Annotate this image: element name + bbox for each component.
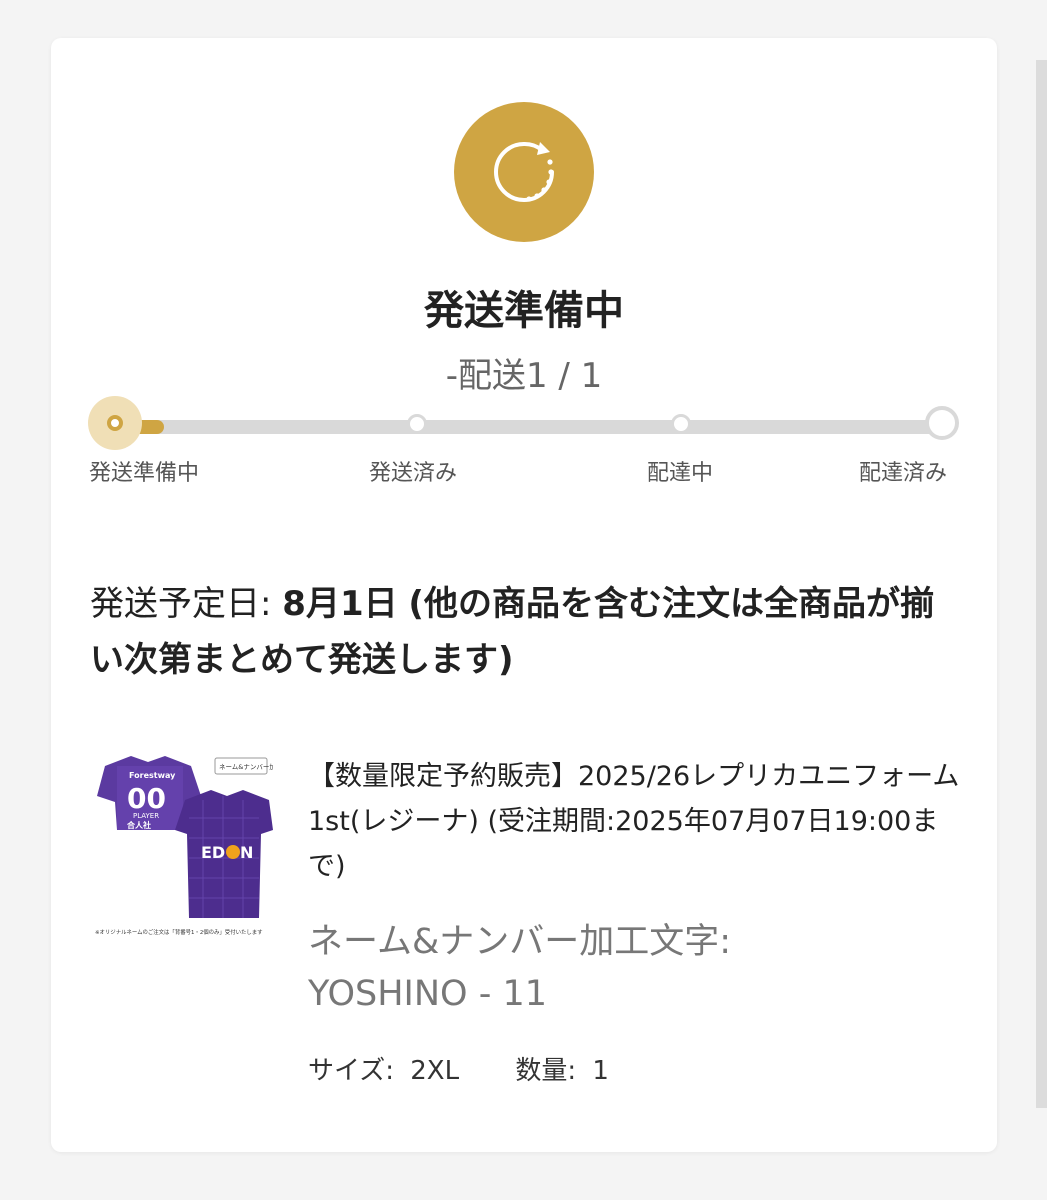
quantity-label: 数量:: [515, 1056, 577, 1086]
svg-text:00: 00: [127, 782, 166, 815]
step-2-dot: [407, 414, 427, 434]
step-label-shipped: 発送済み: [369, 461, 458, 486]
quantity-value: 1: [592, 1056, 609, 1086]
progress-track: [95, 420, 953, 434]
scrollbar[interactable]: [1036, 60, 1047, 1108]
order-status-card: 発送準備中 -配送1 / 1 発送準備中 発送済み 配達中 配達済み 発送予定日…: [51, 38, 997, 1152]
shipping-date: 発送予定日: 8月1日 (他の商品を含む注文は全商品が揃い次第まとめて発送します…: [90, 576, 960, 688]
customization-value: YOSHINO - 11: [308, 974, 548, 1014]
svg-text:Forestway: Forestway: [129, 771, 176, 780]
refresh-loading-icon: [494, 142, 554, 202]
step-label-delivered: 配達済み: [859, 461, 948, 486]
uniform-jersey-image: Forestway 00 PLAYER 合人社 ED N ネーム&ナンバー加工: [95, 756, 283, 936]
size-value: 2XL: [410, 1056, 460, 1086]
step-label-preparing: 発送準備中: [89, 461, 200, 486]
status-title: 発送準備中: [424, 288, 624, 334]
svg-text:PLAYER: PLAYER: [133, 812, 159, 820]
product-image[interactable]: Forestway 00 PLAYER 合人社 ED N ネーム&ナンバー加工: [93, 738, 283, 938]
customization-label: ネーム&ナンバー加工文字:: [308, 922, 732, 962]
shipping-date-value: 8月1日: [282, 584, 398, 624]
customization-text: ネーム&ナンバー加工文字: YOSHINO - 11: [308, 916, 968, 1020]
image-caption: ※オリジナルネームのご注文は「背番号1・2個のみ」受付いたします: [95, 928, 263, 936]
step-4-dot: [925, 406, 959, 440]
svg-text:N: N: [240, 843, 253, 862]
step-label-in-transit: 配達中: [647, 461, 714, 486]
svg-text:合人社: 合人社: [126, 820, 151, 830]
step-3-dot: [671, 414, 691, 434]
shipping-date-label: 発送予定日:: [90, 584, 272, 624]
step-1-dot: [107, 415, 123, 431]
image-badge: ネーム&ナンバー加工: [219, 762, 273, 771]
svg-text:ED: ED: [201, 843, 225, 862]
product-title[interactable]: 【数量限定予約販売】2025/26レプリカユニフォーム 1st(レジーナ) (受…: [308, 754, 968, 889]
status-circle: [454, 102, 594, 242]
size-label: サイズ:: [308, 1056, 394, 1086]
product-meta: サイズ: 2XL 数量: 1: [308, 1050, 609, 1087]
shipment-count: -配送1 / 1: [445, 356, 603, 396]
